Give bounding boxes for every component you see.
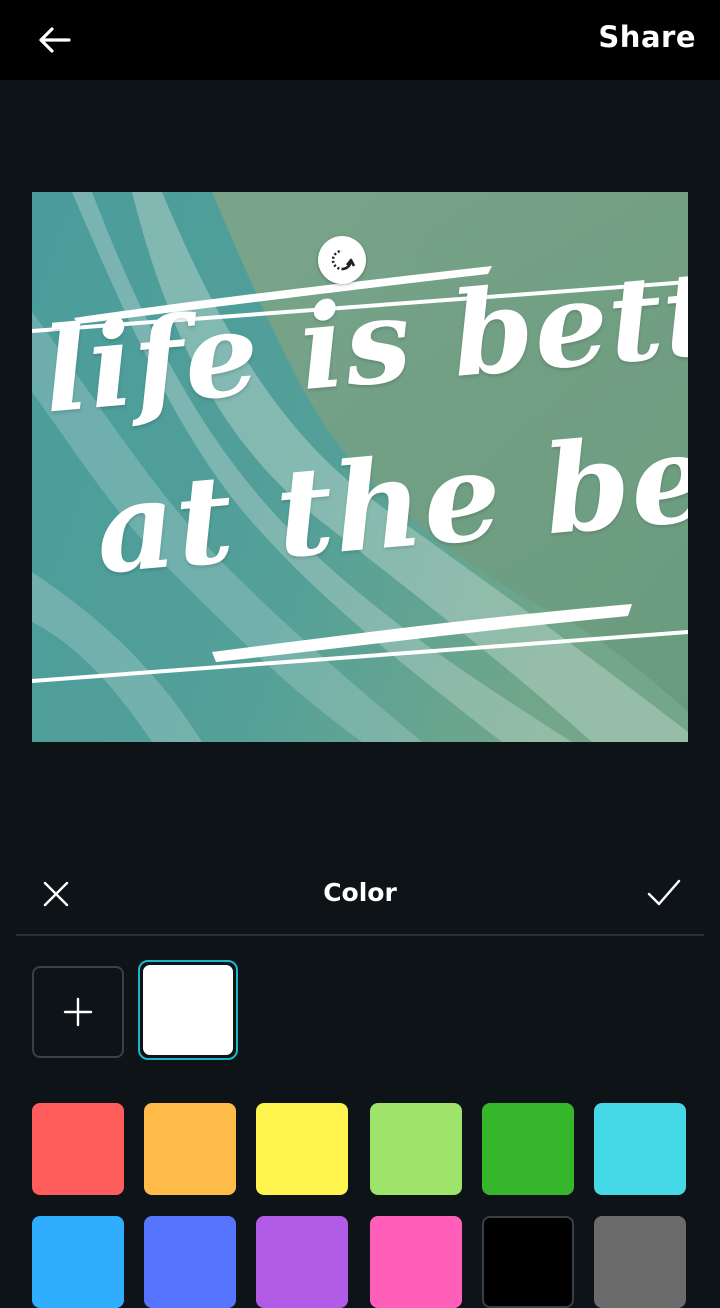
color-swatch[interactable] [144,1216,236,1308]
panel-title: Color [323,878,397,907]
confirm-button[interactable] [646,876,682,910]
color-swatch[interactable] [370,1103,462,1195]
add-color-button[interactable] [32,966,124,1058]
color-swatch[interactable] [482,1216,574,1308]
plus-icon [63,997,93,1027]
color-swatch[interactable] [594,1216,686,1308]
color-swatch[interactable] [256,1103,348,1195]
top-bar: Share [0,0,720,80]
color-swatch[interactable] [482,1103,574,1195]
color-swatch[interactable] [144,1103,236,1195]
current-color-swatch[interactable] [138,960,238,1060]
color-swatch[interactable] [594,1103,686,1195]
rotate-icon [331,249,356,271]
back-button[interactable] [30,22,78,58]
color-panel-header: Color [16,852,704,936]
checkmark-icon [647,879,681,906]
color-swatch[interactable] [32,1103,124,1195]
rotate-handle[interactable] [318,236,366,284]
color-swatch[interactable] [32,1216,124,1308]
current-color-fill [143,965,233,1055]
design-canvas[interactable]: life is better at the beach [32,192,688,742]
color-swatch[interactable] [370,1216,462,1308]
share-button[interactable]: Share [598,20,696,54]
arrow-left-icon [39,27,71,53]
color-swatch[interactable] [256,1216,348,1308]
